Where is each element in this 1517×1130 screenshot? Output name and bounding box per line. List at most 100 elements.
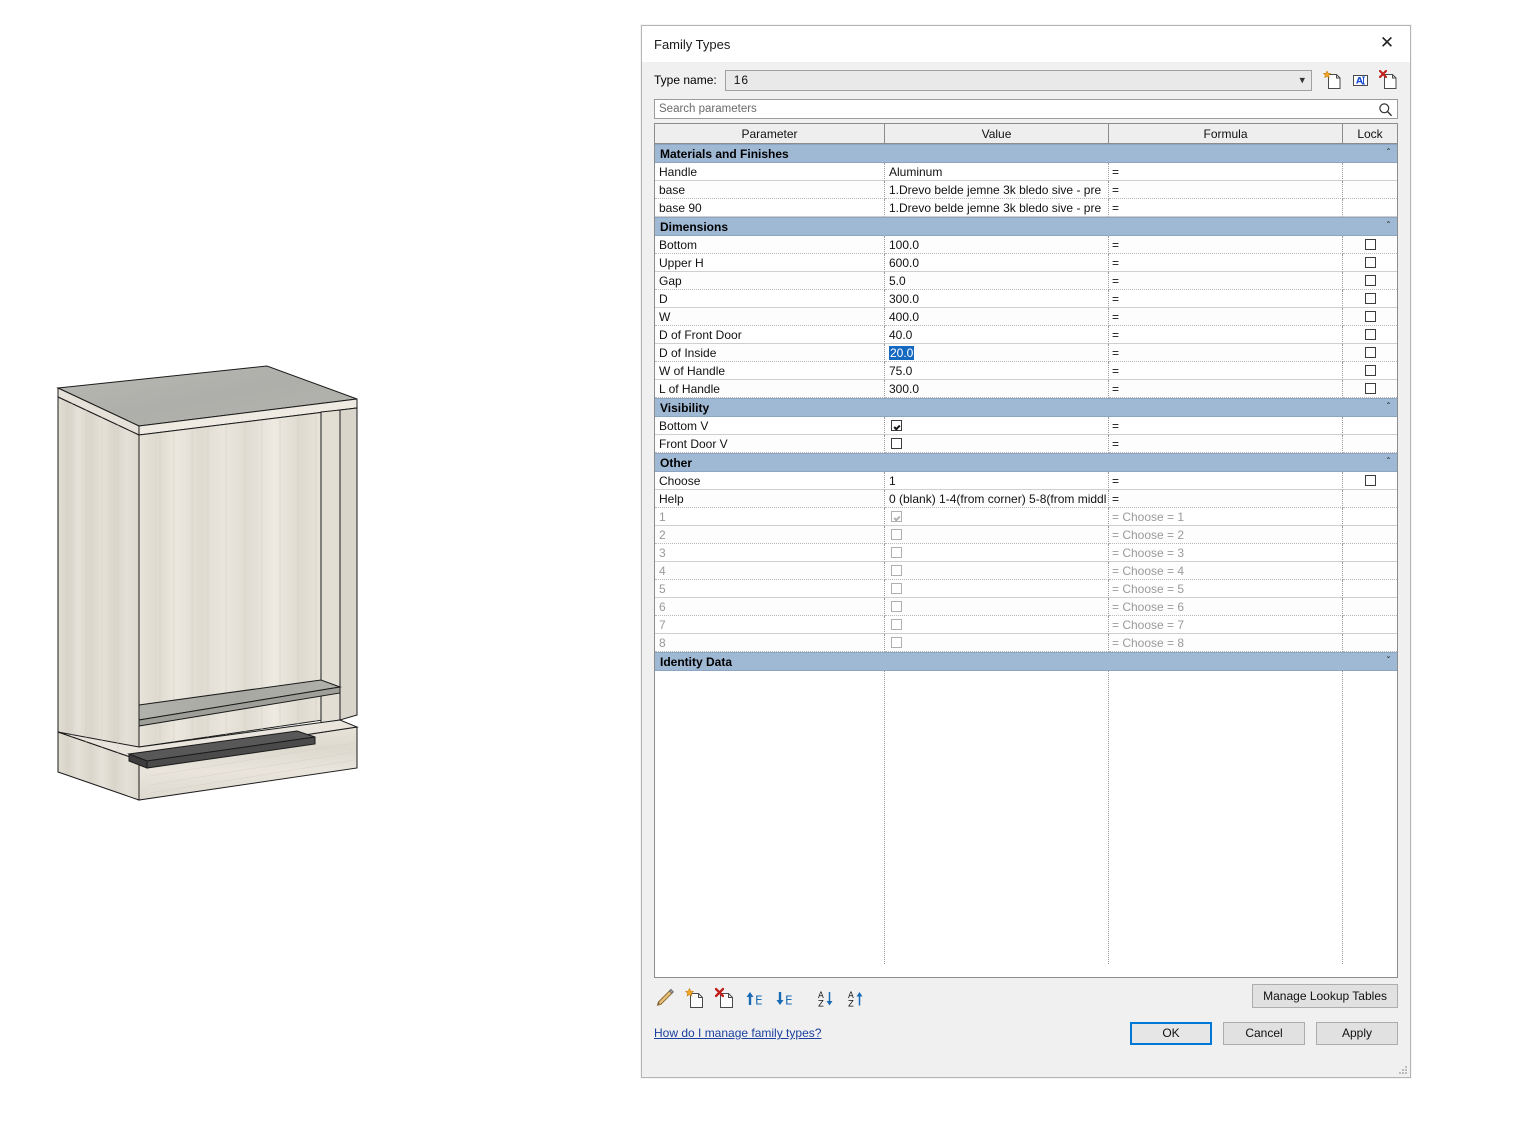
cell-value[interactable]: 300.0 xyxy=(885,380,1109,398)
cell-formula[interactable]: = Choose = 4 xyxy=(1109,562,1343,580)
cell-formula[interactable]: = xyxy=(1109,435,1343,453)
cell-parameter[interactable]: Upper H xyxy=(655,254,885,272)
cell-parameter[interactable]: W of Handle xyxy=(655,362,885,380)
cell-formula[interactable]: = xyxy=(1109,308,1343,326)
chevron-up-icon[interactable]: ˆ xyxy=(1386,402,1391,413)
cell-parameter[interactable]: Front Door V xyxy=(655,435,885,453)
cell-formula[interactable]: = Choose = 7 xyxy=(1109,616,1343,634)
cell-lock[interactable] xyxy=(1343,272,1397,290)
table-row[interactable]: 2 = Choose = 2 xyxy=(655,526,1397,544)
cell-parameter[interactable]: D of Inside xyxy=(655,344,885,362)
chevron-up-icon[interactable]: ˆ xyxy=(1386,148,1391,159)
type-name-combobox[interactable]: 16 ▾ xyxy=(724,69,1312,91)
chevron-up-icon[interactable]: ˆ xyxy=(1386,457,1391,468)
cell-lock[interactable] xyxy=(1343,199,1397,217)
delete-parameter-icon[interactable] xyxy=(714,987,736,1009)
checkbox[interactable] xyxy=(1364,365,1376,376)
cell-parameter[interactable]: 7 xyxy=(655,616,885,634)
cell-value[interactable] xyxy=(885,526,1109,544)
cell-formula[interactable]: = xyxy=(1109,290,1343,308)
section-header-visibility[interactable]: Visibility ˆ xyxy=(655,398,1397,417)
checkbox[interactable] xyxy=(1364,311,1376,322)
table-row[interactable]: D of Inside 20.0 = xyxy=(655,344,1397,362)
cell-formula[interactable]: = xyxy=(1109,490,1343,508)
rename-type-icon[interactable]: A xyxy=(1351,70,1370,90)
cell-value[interactable] xyxy=(885,634,1109,652)
cell-parameter[interactable]: D of Front Door xyxy=(655,326,885,344)
sort-descending-icon[interactable]: A Z xyxy=(816,987,838,1010)
cell-value[interactable] xyxy=(885,562,1109,580)
cell-value[interactable]: 300.0 xyxy=(885,290,1109,308)
cell-parameter[interactable]: Choose xyxy=(655,472,885,490)
checkbox[interactable] xyxy=(1364,239,1376,250)
sort-ascending-icon[interactable]: A Z xyxy=(846,987,868,1010)
column-header-lock[interactable]: Lock xyxy=(1343,124,1397,143)
chevron-down-icon[interactable]: ▾ xyxy=(1299,74,1305,87)
cell-value[interactable]: 1.Drevo belde jemne 3k bledo sive - pre xyxy=(885,199,1109,217)
cell-value[interactable] xyxy=(885,544,1109,562)
resize-grip-icon[interactable] xyxy=(1398,1065,1408,1075)
cell-lock[interactable] xyxy=(1343,598,1397,616)
cell-parameter[interactable]: base xyxy=(655,181,885,199)
cell-lock[interactable] xyxy=(1343,254,1397,272)
cell-parameter[interactable]: 1 xyxy=(655,508,885,526)
column-header-formula[interactable]: Formula xyxy=(1109,124,1343,143)
checkbox[interactable] xyxy=(1364,347,1376,358)
table-row[interactable]: Help 0 (blank) 1-4(from corner) 5-8(from … xyxy=(655,490,1397,508)
checkbox[interactable] xyxy=(1364,475,1376,486)
checkbox[interactable] xyxy=(1364,293,1376,304)
table-row[interactable]: 7 = Choose = 7 xyxy=(655,616,1397,634)
checkbox[interactable] xyxy=(1364,383,1376,394)
delete-type-icon[interactable] xyxy=(1378,69,1398,90)
cell-parameter[interactable]: Bottom xyxy=(655,236,885,254)
cell-lock[interactable] xyxy=(1343,236,1397,254)
cell-formula[interactable]: = xyxy=(1109,344,1343,362)
cancel-button[interactable]: Cancel xyxy=(1223,1021,1305,1045)
cell-lock[interactable] xyxy=(1343,417,1397,435)
table-row[interactable]: 1 = Choose = 1 xyxy=(655,508,1397,526)
cell-parameter[interactable]: Handle xyxy=(655,163,885,181)
cell-lock[interactable] xyxy=(1343,163,1397,181)
cell-formula[interactable]: = xyxy=(1109,362,1343,380)
cell-formula[interactable]: = xyxy=(1109,380,1343,398)
cell-parameter[interactable]: base 90 xyxy=(655,199,885,217)
table-row[interactable]: Choose 1 = xyxy=(655,472,1397,490)
cell-lock[interactable] xyxy=(1343,580,1397,598)
cell-value[interactable] xyxy=(885,580,1109,598)
cell-lock[interactable] xyxy=(1343,326,1397,344)
table-row[interactable]: 5 = Choose = 5 xyxy=(655,580,1397,598)
table-row[interactable]: W of Handle 75.0 = xyxy=(655,362,1397,380)
table-row[interactable]: Upper H 600.0 = xyxy=(655,254,1397,272)
table-row[interactable]: base 90 1.Drevo belde jemne 3k bledo sive… xyxy=(655,199,1397,217)
cell-lock[interactable] xyxy=(1343,526,1397,544)
cell-lock[interactable] xyxy=(1343,380,1397,398)
column-header-parameter[interactable]: Parameter xyxy=(655,124,885,143)
cell-lock[interactable] xyxy=(1343,290,1397,308)
table-row[interactable]: D of Front Door 40.0 = xyxy=(655,326,1397,344)
cell-lock[interactable] xyxy=(1343,616,1397,634)
cell-formula[interactable]: = Choose = 3 xyxy=(1109,544,1343,562)
cell-value[interactable]: 40.0 xyxy=(885,326,1109,344)
cell-value[interactable]: 100.0 xyxy=(885,236,1109,254)
cell-parameter[interactable]: Gap xyxy=(655,272,885,290)
cell-formula[interactable]: = Choose = 8 xyxy=(1109,634,1343,652)
section-header-identity-data[interactable]: Identity Data ˇ xyxy=(655,652,1397,671)
cell-lock[interactable] xyxy=(1343,508,1397,526)
cell-formula[interactable]: = Choose = 6 xyxy=(1109,598,1343,616)
cell-formula[interactable]: = xyxy=(1109,181,1343,199)
cell-formula[interactable]: = xyxy=(1109,163,1343,181)
cell-value[interactable]: 1.Drevo belde jemne 3k bledo sive - pre xyxy=(885,181,1109,199)
section-header-dimensions[interactable]: Dimensions ˆ xyxy=(655,217,1397,236)
section-header-other[interactable]: Other ˆ xyxy=(655,453,1397,472)
chevron-up-icon[interactable]: ˆ xyxy=(1386,221,1391,232)
table-row[interactable]: 3 = Choose = 3 xyxy=(655,544,1397,562)
table-row[interactable]: Handle Aluminum = xyxy=(655,163,1397,181)
cell-value[interactable] xyxy=(885,508,1109,526)
search-icon[interactable] xyxy=(1378,102,1393,120)
table-row[interactable]: Gap 5.0 = xyxy=(655,272,1397,290)
cell-formula[interactable]: = xyxy=(1109,254,1343,272)
cell-value[interactable] xyxy=(885,417,1109,435)
cell-parameter[interactable]: Help xyxy=(655,490,885,508)
cell-parameter[interactable]: 2 xyxy=(655,526,885,544)
new-parameter-icon[interactable] xyxy=(684,987,706,1009)
